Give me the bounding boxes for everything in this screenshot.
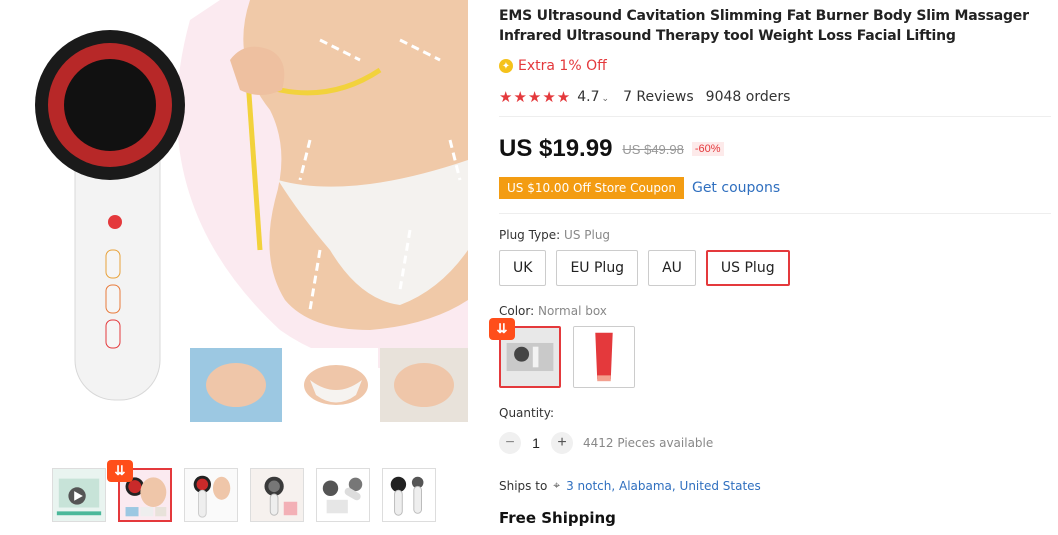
product-title: EMS Ultrasound Cavitation Slimming Fat B…	[499, 8, 1029, 44]
download-badge-icon[interactable]: ⇊	[107, 460, 133, 482]
original-price: US $49.98	[622, 141, 684, 157]
plug-option-uk[interactable]: UK	[499, 250, 547, 286]
available-pieces: 4412 Pieces available	[583, 436, 714, 450]
star-icon: ★★★★★	[499, 88, 572, 106]
discount-badge: -60%	[691, 142, 724, 156]
plug-type-value: US Plug	[564, 228, 611, 242]
product-info: EMS Ultrasound Cavitation Slimming Fat B…	[489, 0, 1051, 527]
extra-offer-text: Extra 1% Off	[518, 58, 607, 74]
rating-row: ★★★★★ 4.7 ⌄ 7 Reviews 9048 orders	[499, 88, 1051, 106]
thumbnail-2[interactable]	[184, 468, 238, 522]
get-coupons-link[interactable]: Get coupons	[692, 180, 780, 196]
coupon-row: US $10.00 Off Store Coupon Get coupons	[499, 177, 1051, 199]
price-row: US $19.99 US $49.98 -60%	[499, 135, 1051, 163]
color-title: Color:	[499, 304, 538, 318]
quantity-minus-button[interactable]: −	[499, 432, 521, 454]
color-option-gel[interactable]	[573, 326, 635, 388]
divider	[499, 213, 1051, 214]
color-value: Normal box	[537, 304, 607, 318]
plug-type-label: Plug Type: US Plug	[499, 228, 1051, 242]
thumbnail-5[interactable]	[382, 468, 436, 522]
location-pin-icon: ⌖	[553, 478, 561, 492]
thumbnail-4[interactable]	[316, 468, 370, 522]
free-shipping: Free Shipping	[499, 509, 616, 527]
quantity-stepper: − + 4412 Pieces available	[499, 432, 1051, 454]
color-label: Color: Normal box	[499, 304, 1051, 318]
coin-icon: ✦	[499, 59, 513, 73]
reviews-link[interactable]: 7 Reviews	[623, 89, 694, 105]
ships-to-row: Ships to ⌖ 3 notch, Alabama, United Stat…	[499, 478, 1051, 493]
extra-offer: ✦ Extra 1% Off	[499, 58, 1051, 74]
divider	[499, 116, 1051, 117]
thumbnail-3[interactable]	[250, 468, 304, 522]
quantity-label: Quantity:	[499, 406, 555, 420]
ships-to-location[interactable]: 3 notch, Alabama, United States	[566, 479, 761, 493]
plug-options: UK EU Plug AU US Plug	[499, 250, 1051, 286]
current-price: US $19.99	[499, 135, 613, 162]
orders-count: 9048 orders	[705, 89, 791, 105]
plug-option-au[interactable]: AU	[648, 250, 696, 286]
color-options: ⇊	[489, 318, 1051, 388]
download-badge-icon[interactable]: ⇊	[489, 318, 515, 340]
rating-number: 4.7	[577, 89, 600, 105]
quantity-input[interactable]	[521, 435, 551, 451]
store-coupon[interactable]: US $10.00 Off Store Coupon	[499, 177, 684, 199]
plug-type-title: Plug Type:	[499, 228, 565, 242]
rating-value[interactable]: 4.7 ⌄	[577, 89, 609, 105]
chevron-down-icon: ⌄	[601, 94, 610, 104]
quantity-plus-button[interactable]: +	[551, 432, 573, 454]
plug-option-eu[interactable]: EU Plug	[556, 250, 639, 286]
main-product-image[interactable]	[20, 0, 468, 440]
ships-to-label: Ships to	[499, 478, 548, 493]
plug-option-us[interactable]: US Plug	[705, 250, 790, 286]
thumbnail-video[interactable]	[52, 468, 106, 522]
